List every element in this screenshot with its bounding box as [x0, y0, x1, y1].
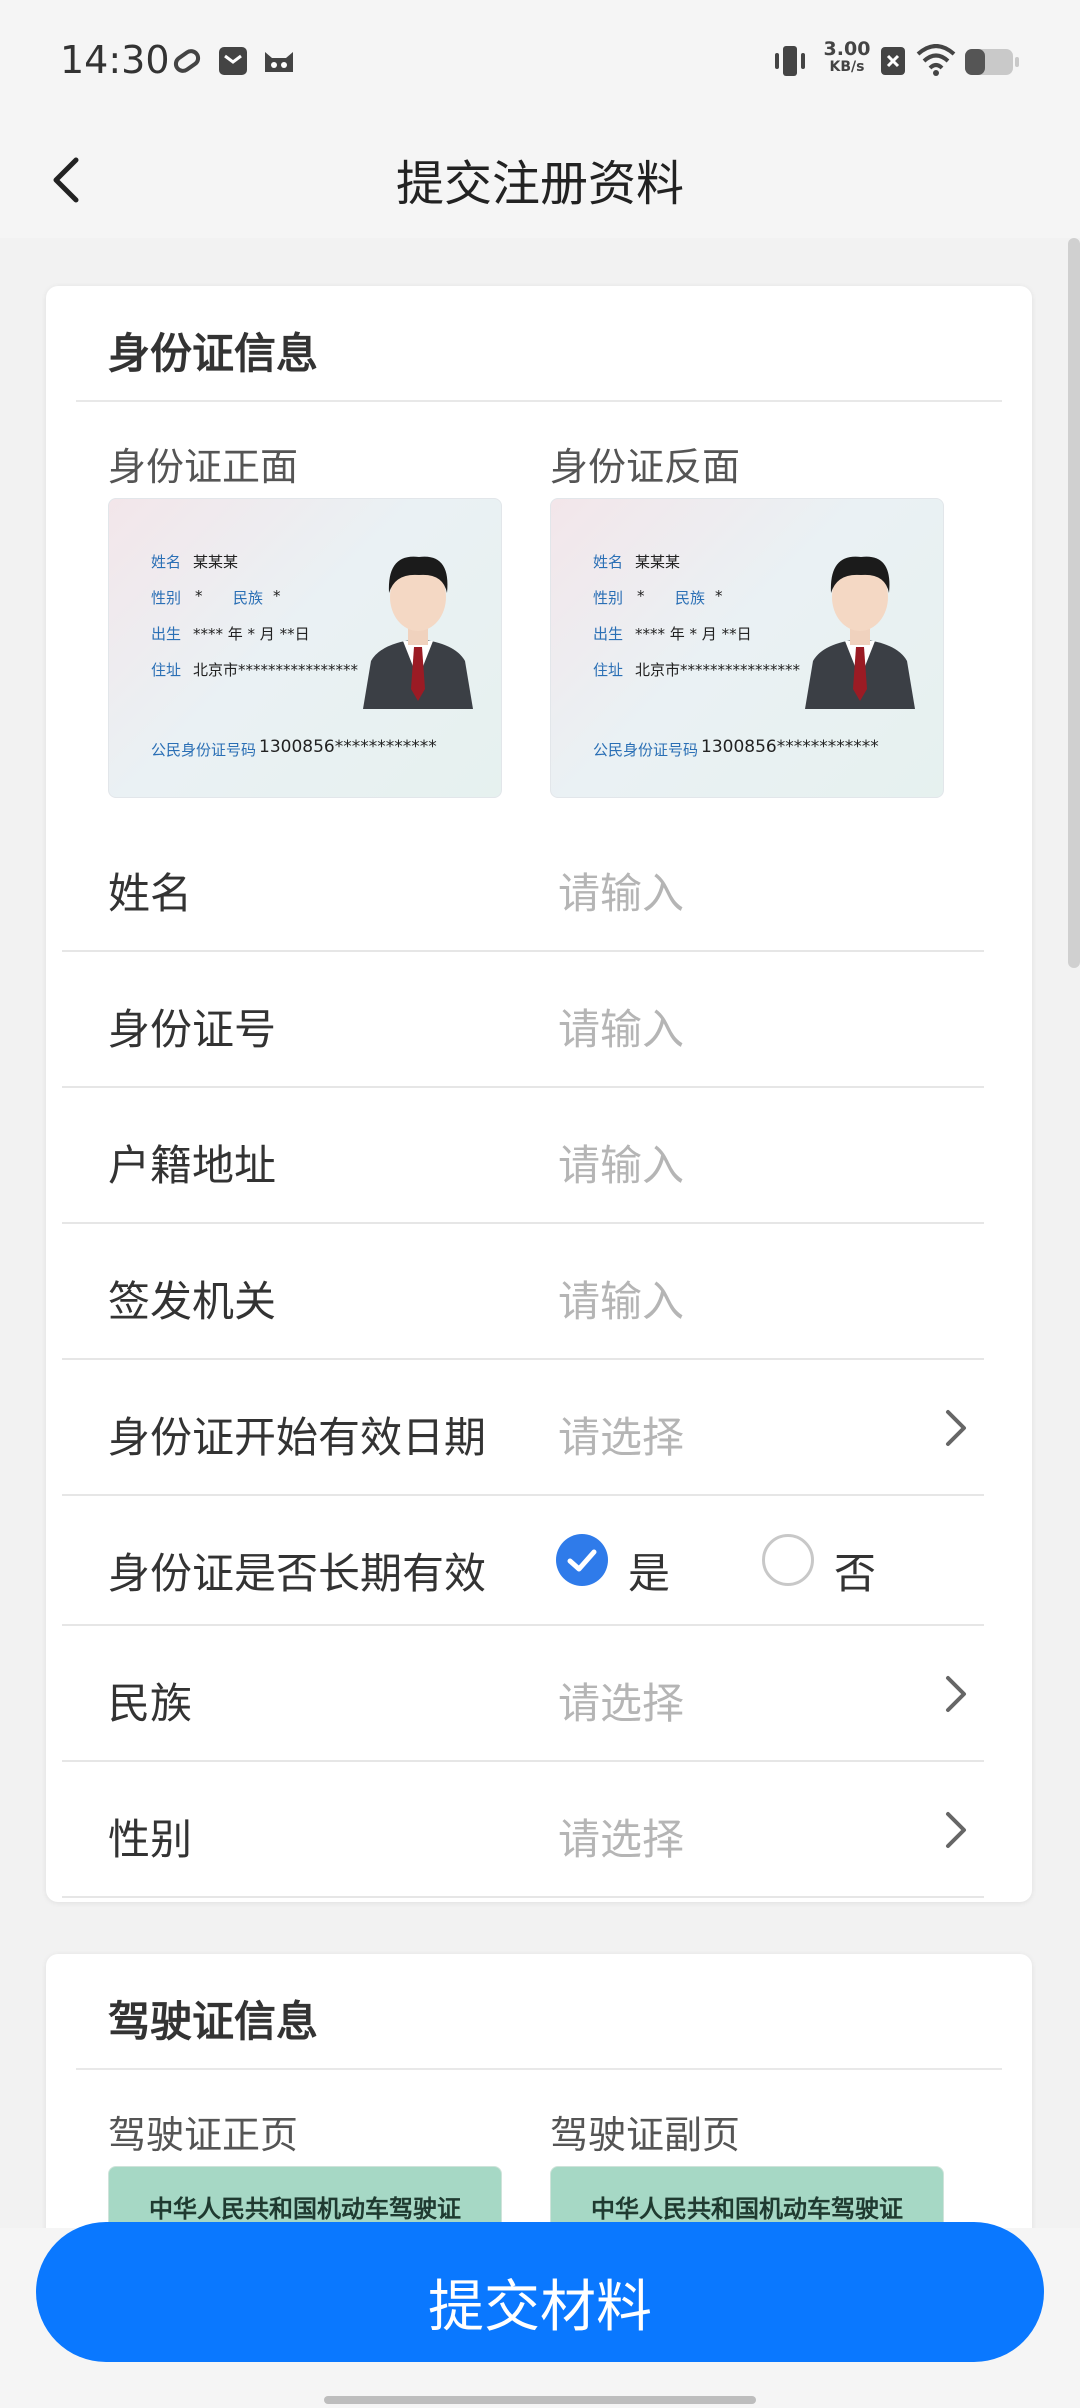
issuing-authority-input[interactable]: 请输入 — [558, 1268, 684, 1329]
name-field[interactable]: 姓名 请输入 — [62, 816, 984, 952]
net-speed: 3.00 KB/s — [823, 38, 871, 76]
gender-field[interactable]: 性别 请选择 — [62, 1762, 984, 1898]
address-input[interactable]: 请输入 — [558, 1132, 684, 1193]
status-time: 14:30 — [60, 38, 170, 82]
battery-icon — [965, 49, 1019, 75]
issuing-authority-field[interactable]: 签发机关 请输入 — [62, 1224, 984, 1360]
status-bar: 14:30 3.00 KB/s — [0, 0, 1080, 120]
license-info-card: 驾驶证信息 驾驶证正页 驾驶证副页 中华人民共和国机动车驾驶证 中华人民共和国机… — [46, 1954, 1032, 2228]
vibrate-icon — [775, 46, 805, 76]
field-label: 身份证开始有效日期 — [108, 1413, 487, 1462]
field-label: 签发机关 — [108, 1277, 277, 1326]
submit-button[interactable]: 提交材料 — [36, 2222, 1044, 2362]
field-label: 户籍地址 — [108, 1141, 277, 1190]
license-front-label: 驾驶证正页 — [108, 2113, 299, 2157]
radio-yes[interactable] — [556, 1534, 608, 1586]
long-term-valid-field: 身份证是否长期有效 是 否 — [62, 1496, 984, 1626]
ethnicity-field[interactable]: 民族 请选择 — [62, 1626, 984, 1762]
link-icon — [173, 49, 201, 73]
chevron-right-icon — [946, 1676, 966, 1712]
start-date-field[interactable]: 身份证开始有效日期 请选择 — [62, 1360, 984, 1496]
gender-select[interactable]: 请选择 — [558, 1806, 684, 1867]
scrollbar[interactable] — [1068, 238, 1080, 968]
check-icon — [567, 1549, 597, 1572]
home-indicator[interactable] — [324, 2396, 756, 2404]
wifi-icon — [916, 44, 956, 76]
id-back-label: 身份证反面 — [550, 445, 741, 489]
radio-no[interactable] — [762, 1534, 814, 1586]
radio-yes-label[interactable]: 是 — [628, 1540, 670, 1601]
radio-no-label[interactable]: 否 — [834, 1540, 876, 1601]
divider — [76, 400, 1002, 402]
id-front-label: 身份证正面 — [108, 445, 299, 489]
chevron-right-icon — [946, 1812, 966, 1848]
license-back-upload[interactable]: 中华人民共和国机动车驾驶证 — [550, 2166, 944, 2228]
id-section-title: 身份证信息 — [108, 329, 319, 378]
portrait-icon — [363, 556, 473, 709]
id-number-input[interactable]: 请输入 — [558, 996, 684, 1057]
license-front-upload[interactable]: 中华人民共和国机动车驾驶证 — [108, 2166, 502, 2228]
field-label: 民族 — [108, 1679, 193, 1728]
submit-button-label: 提交材料 — [428, 2275, 652, 2340]
field-label: 性别 — [108, 1815, 193, 1864]
field-label: 身份证号 — [108, 1005, 277, 1054]
id-back-upload[interactable]: 姓名 某某某 性别 * 民族 * 出生 **** 年 * 月 **日 住址 北京… — [550, 498, 944, 798]
mail-icon — [219, 47, 247, 75]
app-bar: 提交注册资料 — [0, 120, 1080, 238]
page-title: 提交注册资料 — [395, 156, 684, 212]
start-date-select[interactable]: 请选择 — [558, 1404, 684, 1465]
sim-off-icon — [881, 47, 905, 75]
id-front-upload[interactable]: 姓名 某某某 性别 * 民族 * 出生 **** 年 * 月 **日 住址 北京… — [108, 498, 502, 798]
portrait-icon — [805, 556, 915, 709]
divider — [76, 2068, 1002, 2070]
ethnicity-select[interactable]: 请选择 — [558, 1670, 684, 1731]
license-back-label: 驾驶证副页 — [550, 2113, 741, 2157]
chevron-right-icon — [946, 1410, 966, 1446]
address-field[interactable]: 户籍地址 请输入 — [62, 1088, 984, 1224]
id-info-card: 身份证信息 身份证正面 身份证反面 姓名 某某某 性别 * 民族 * 出生 **… — [46, 286, 1032, 1902]
form-content[interactable]: 身份证信息 身份证正面 身份证反面 姓名 某某某 性别 * 民族 * 出生 **… — [0, 238, 1080, 2228]
field-label: 姓名 — [108, 869, 193, 918]
id-number-field[interactable]: 身份证号 请输入 — [62, 952, 984, 1088]
name-input[interactable]: 请输入 — [558, 860, 684, 921]
field-label: 身份证是否长期有效 — [108, 1549, 487, 1598]
cat-icon — [265, 52, 293, 72]
license-section-title: 驾驶证信息 — [108, 1997, 319, 2046]
